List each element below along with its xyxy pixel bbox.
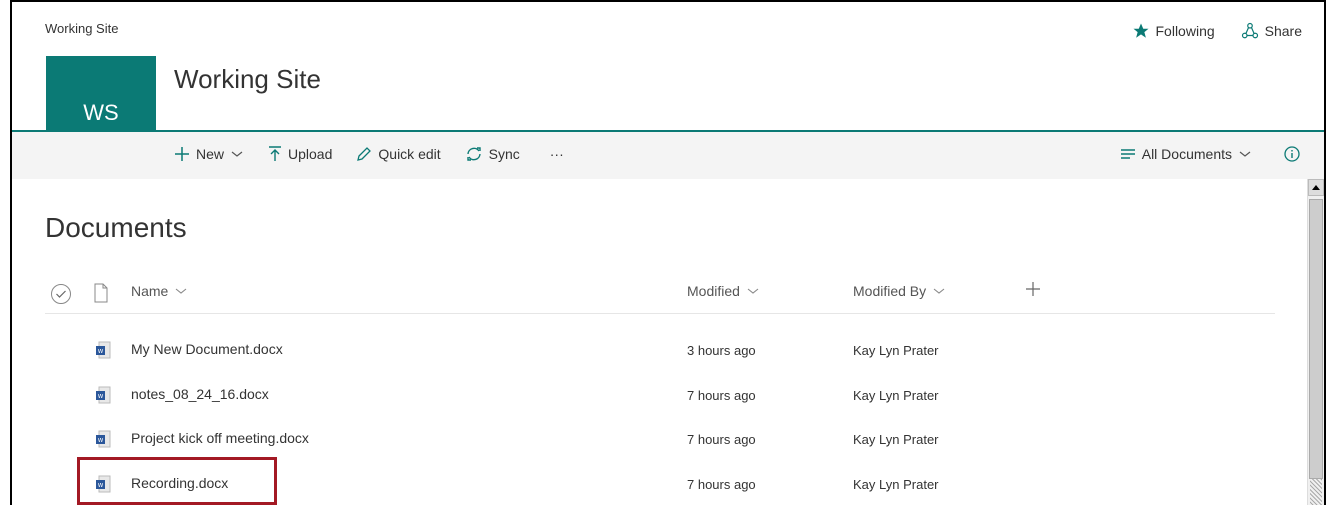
document-modified: 3 hours ago <box>687 343 756 358</box>
upload-icon <box>268 146 282 162</box>
document-row[interactable]: w My New Document.docx 3 hours ago Kay L… <box>45 328 1275 372</box>
chevron-down-icon <box>932 286 946 296</box>
column-modified-by-label: Modified By <box>853 283 927 299</box>
chevron-down-icon <box>1238 149 1252 159</box>
svg-text:w: w <box>97 437 104 444</box>
view-label: All Documents <box>1141 146 1232 162</box>
info-button[interactable] <box>1284 146 1300 162</box>
more-label: ··· <box>549 146 564 162</box>
file-type-icon[interactable] <box>93 283 109 303</box>
svg-text:w: w <box>97 348 104 355</box>
document-modified-by[interactable]: Kay Lyn Prater <box>853 343 939 358</box>
new-button[interactable]: New <box>174 146 244 162</box>
quick-edit-label: Quick edit <box>378 146 441 162</box>
site-breadcrumb[interactable]: Working Site <box>45 21 118 36</box>
scroll-thumb[interactable] <box>1309 199 1323 479</box>
top-actions: Following Share <box>1132 22 1302 40</box>
more-button[interactable]: ··· <box>550 146 564 162</box>
sharepoint-window: Working Site Following Share WS Working … <box>10 0 1326 505</box>
document-row[interactable]: w Project kick off meeting.docx 7 hours … <box>45 417 1275 461</box>
sync-label: Sync <box>488 146 520 162</box>
plus-icon <box>1025 281 1041 297</box>
document-name[interactable]: My New Document.docx <box>131 341 283 357</box>
sync-button[interactable]: Sync <box>465 146 520 162</box>
document-modified-by[interactable]: Kay Lyn Prater <box>853 477 939 492</box>
upload-button[interactable]: Upload <box>268 146 332 162</box>
site-title[interactable]: Working Site <box>174 64 321 95</box>
recording-highlight-box <box>77 457 277 505</box>
plus-icon <box>174 146 190 162</box>
chevron-down-icon <box>746 286 760 296</box>
sync-icon <box>465 146 483 162</box>
svg-text:w: w <box>97 393 104 400</box>
document-modified-by[interactable]: Kay Lyn Prater <box>853 388 939 403</box>
column-modified-label: Modified <box>687 283 740 299</box>
column-name-label: Name <box>131 283 169 299</box>
column-name[interactable]: Name <box>131 283 188 299</box>
share-button[interactable]: Share <box>1241 22 1302 40</box>
column-modified[interactable]: Modified <box>687 283 760 299</box>
pencil-icon <box>356 146 372 162</box>
document-modified: 7 hours ago <box>687 388 756 403</box>
document-name[interactable]: Project kick off meeting.docx <box>131 430 309 446</box>
command-bar: New Upload Quick edit Sync ··· All Docum… <box>12 132 1324 179</box>
word-doc-icon: w <box>95 341 111 359</box>
following-button[interactable]: Following <box>1132 22 1215 40</box>
quick-edit-button[interactable]: Quick edit <box>356 146 441 162</box>
word-doc-icon: w <box>95 386 111 404</box>
word-doc-icon: w <box>95 430 111 448</box>
document-modified-by[interactable]: Kay Lyn Prater <box>853 432 939 447</box>
library-title: Documents <box>45 212 187 243</box>
scroll-grip <box>1310 479 1322 505</box>
select-all-checkbox[interactable] <box>50 283 72 305</box>
star-icon <box>1132 22 1150 40</box>
site-logo[interactable]: WS <box>46 56 156 132</box>
new-label: New <box>196 146 225 162</box>
upload-label: Upload <box>288 146 333 162</box>
chevron-down-icon <box>174 286 188 296</box>
document-name[interactable]: notes_08_24_16.docx <box>131 386 269 402</box>
document-modified: 7 hours ago <box>687 477 756 492</box>
info-icon <box>1284 146 1300 162</box>
view-lines-icon <box>1120 147 1136 161</box>
vertical-scrollbar[interactable] <box>1307 179 1324 505</box>
share-icon <box>1241 22 1259 40</box>
column-header-row: Name Modified Modified By <box>45 279 1275 314</box>
following-label: Following <box>1155 23 1215 39</box>
column-modified-by[interactable]: Modified By <box>853 283 946 299</box>
chevron-down-icon <box>230 149 244 159</box>
view-selector[interactable]: All Documents <box>1120 146 1252 162</box>
add-column-button[interactable] <box>1025 281 1041 297</box>
share-label: Share <box>1264 23 1302 39</box>
document-row[interactable]: w notes_08_24_16.docx 7 hours ago Kay Ly… <box>45 373 1275 417</box>
scroll-up-button[interactable] <box>1308 179 1324 196</box>
document-modified: 7 hours ago <box>687 432 756 447</box>
